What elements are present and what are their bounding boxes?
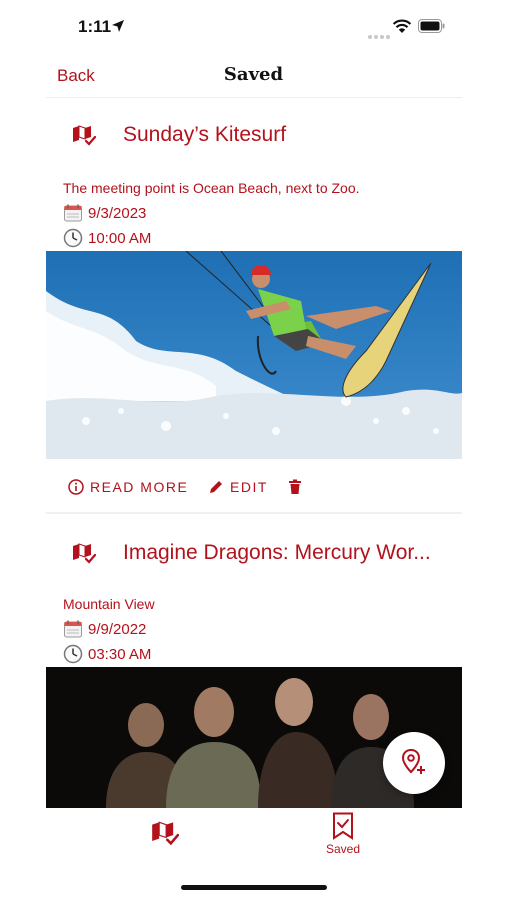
event-date: 9/3/2023 <box>88 205 147 222</box>
map-check-icon <box>73 543 96 564</box>
event-time: 03:30 AM <box>88 646 152 663</box>
status-bar: 1:11 <box>0 0 507 54</box>
signal-icon <box>368 26 392 44</box>
add-location-button[interactable] <box>383 732 445 794</box>
bookmark-check-icon <box>333 812 353 840</box>
event-card-header: Sunday’s Kitesurf <box>46 120 462 152</box>
page-title: Saved <box>223 64 284 85</box>
navigation-bar: Back Saved <box>0 54 507 98</box>
status-time: 1:11 <box>78 17 112 36</box>
map-check-icon <box>73 125 96 146</box>
calendar-icon <box>64 204 82 222</box>
trash-icon <box>289 479 301 494</box>
wifi-icon <box>392 19 412 33</box>
event-card-header: Imagine Dragons: Mercury Wor... <box>46 538 462 570</box>
event-photo[interactable] <box>46 251 462 459</box>
read-more-label: READ MORE <box>90 479 189 495</box>
event-description: The meeting point is Ocean Beach, next t… <box>63 180 360 196</box>
tab-saved-label: Saved <box>325 842 361 856</box>
event-time: 10:00 AM <box>88 230 152 247</box>
nav-divider <box>46 97 462 98</box>
event-actions: READ MORE EDIT <box>46 472 462 502</box>
map-check-icon <box>152 821 179 846</box>
location-arrow-icon <box>112 20 124 32</box>
card-divider <box>46 512 462 514</box>
edit-label: EDIT <box>230 479 268 495</box>
battery-icon <box>418 19 445 33</box>
tab-saved[interactable]: Saved <box>283 808 403 868</box>
event-card[interactable]: Sunday’s Kitesurf The meeting point is O… <box>46 100 462 514</box>
event-description: Mountain View <box>63 596 155 612</box>
event-title[interactable]: Imagine Dragons: Mercury Wor... <box>123 541 431 565</box>
event-date: 9/9/2022 <box>88 621 147 638</box>
tab-map[interactable] <box>105 808 225 868</box>
info-icon <box>68 479 84 495</box>
pencil-icon <box>210 481 222 493</box>
event-title[interactable]: Sunday’s Kitesurf <box>123 123 286 147</box>
home-indicator <box>181 885 327 890</box>
calendar-icon <box>64 620 82 638</box>
clock-icon <box>63 228 83 248</box>
clock-icon <box>63 644 83 664</box>
location-add-icon <box>401 749 425 774</box>
